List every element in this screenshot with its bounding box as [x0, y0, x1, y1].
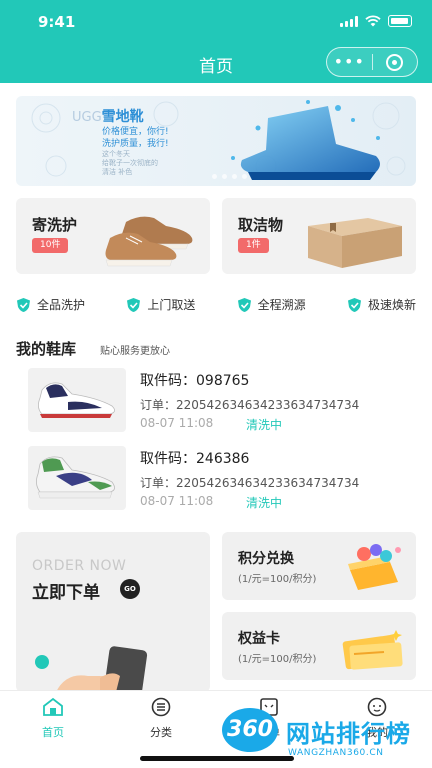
order-date: 08-07 11:08	[140, 494, 214, 508]
hand-phone-image	[35, 646, 148, 692]
sneakers-image	[105, 216, 193, 267]
target-icon	[386, 53, 404, 71]
feature-list: 全品洗护 上门取送 全程溯源 极速焕新	[16, 296, 416, 313]
order-now-title: 立即下单	[32, 583, 100, 603]
sneaker-image	[38, 382, 115, 418]
points-exchange-sub: (1/元=100/积分)	[238, 574, 317, 585]
order-status: 清洗中	[246, 496, 283, 510]
watermark-logo: 360	[222, 708, 278, 752]
header: 9:41 首页 •••	[0, 0, 432, 83]
order-number: 220542634634233634734734	[176, 476, 360, 490]
order-status: 清洗中	[246, 418, 283, 432]
wifi-icon	[365, 15, 381, 27]
status-time: 9:41	[38, 13, 76, 31]
close-miniprogram-button[interactable]	[373, 53, 418, 71]
pickup-title: 取洁物	[238, 216, 284, 234]
banner-pager	[212, 174, 247, 179]
more-button[interactable]: •••	[327, 52, 372, 72]
send-wash-card[interactable]: 寄洗护 10件	[16, 198, 210, 274]
order-now-en: ORDER NOW	[32, 558, 127, 574]
pickup-code-label: 取件码：	[140, 451, 196, 467]
go-button[interactable]: GO	[120, 579, 140, 599]
banner-small2: 给靴子一次彻底的	[102, 159, 158, 167]
water-boot-image	[231, 100, 380, 180]
feature-item: 全品洗护	[16, 296, 85, 313]
miniprogram-capsule[interactable]: •••	[326, 47, 418, 77]
order-label: 订单：	[140, 476, 177, 490]
signal-icon	[340, 15, 358, 27]
benefit-card-icon	[342, 630, 403, 670]
banner-brand: UGG	[72, 110, 102, 125]
watermark-text: 网站排行榜	[286, 720, 411, 748]
shoe-section-subtitle: 贴心服务更放心	[100, 346, 170, 357]
shield-check-icon	[347, 297, 361, 312]
send-wash-count-badge: 10件	[32, 238, 69, 253]
home-icon	[43, 697, 63, 716]
shoe-list-item[interactable]: 取件码：246386 订单：220542634634233634734734 0…	[28, 446, 408, 512]
tab-label: 首页	[42, 726, 64, 739]
shield-check-icon	[237, 297, 251, 312]
battery-icon	[388, 15, 412, 27]
tab-category[interactable]: 分类	[134, 697, 188, 740]
sneaker-image	[36, 456, 115, 499]
pickup-code: 246386	[196, 451, 250, 467]
membership-sub: (1/元=100/积分)	[238, 654, 317, 665]
home-indicator	[140, 756, 294, 761]
order-now-card[interactable]: ORDER NOW 立即下单 GO	[16, 532, 210, 692]
shoe-list-item[interactable]: 取件码：098765 订单：22054263463423363473473​4 …	[28, 368, 408, 434]
banner-line1: 价格便宜，你行!	[102, 127, 169, 137]
feature-label: 上门取送	[147, 298, 196, 312]
shoe-section-title: 我的鞋库	[16, 340, 77, 358]
feature-label: 全程溯源	[257, 298, 306, 312]
feature-item: 全程溯源	[237, 296, 306, 313]
shield-check-icon	[127, 297, 141, 312]
pickup-code-label: 取件码：	[140, 373, 196, 389]
tab-label: 分类	[150, 726, 172, 739]
order-date: 08-07 11:08	[140, 416, 214, 430]
parcel-box-image	[308, 218, 402, 268]
order-label: 订单：	[140, 398, 177, 412]
feature-label: 全品洗护	[37, 298, 86, 312]
watermark-url: WANGZHAN360.CN	[288, 748, 384, 758]
promo-banner[interactable]: UGG雪地靴 价格便宜，你行! 洗护质量，我行! 这个冬天 给靴子一次彻底的 清…	[16, 96, 416, 186]
points-exchange-title: 积分兑换	[238, 551, 294, 567]
order-number: 22054263463423363473473​4	[176, 398, 360, 412]
category-icon	[151, 697, 171, 717]
membership-title: 权益卡	[238, 631, 280, 647]
banner-small1: 这个冬天	[102, 150, 130, 158]
feature-item: 极速焕新	[347, 296, 416, 313]
shoe-thumbnail	[28, 446, 126, 510]
membership-card[interactable]: 权益卡 (1/元=100/积分)	[222, 612, 416, 680]
pickup-count-badge: 1件	[238, 238, 269, 253]
banner-headline: 雪地靴	[101, 109, 144, 125]
status-bar: 9:41	[38, 12, 412, 34]
tab-home[interactable]: 首页	[26, 697, 80, 740]
banner-line2: 洗护质量，我行!	[102, 139, 169, 149]
shield-check-icon	[17, 297, 30, 312]
points-exchange-card[interactable]: 积分兑换 (1/元=100/积分)	[222, 532, 416, 600]
send-wash-title: 寄洗护	[32, 216, 78, 234]
pickup-card[interactable]: 取洁物 1件	[222, 198, 416, 274]
shoe-thumbnail	[28, 368, 126, 432]
pickup-code: 098765	[196, 373, 250, 389]
feature-label: 极速焕新	[367, 298, 416, 312]
banner-small3: 清洁 补色	[102, 168, 133, 176]
gift-box-icon	[348, 544, 401, 590]
feature-item: 上门取送	[126, 296, 195, 313]
